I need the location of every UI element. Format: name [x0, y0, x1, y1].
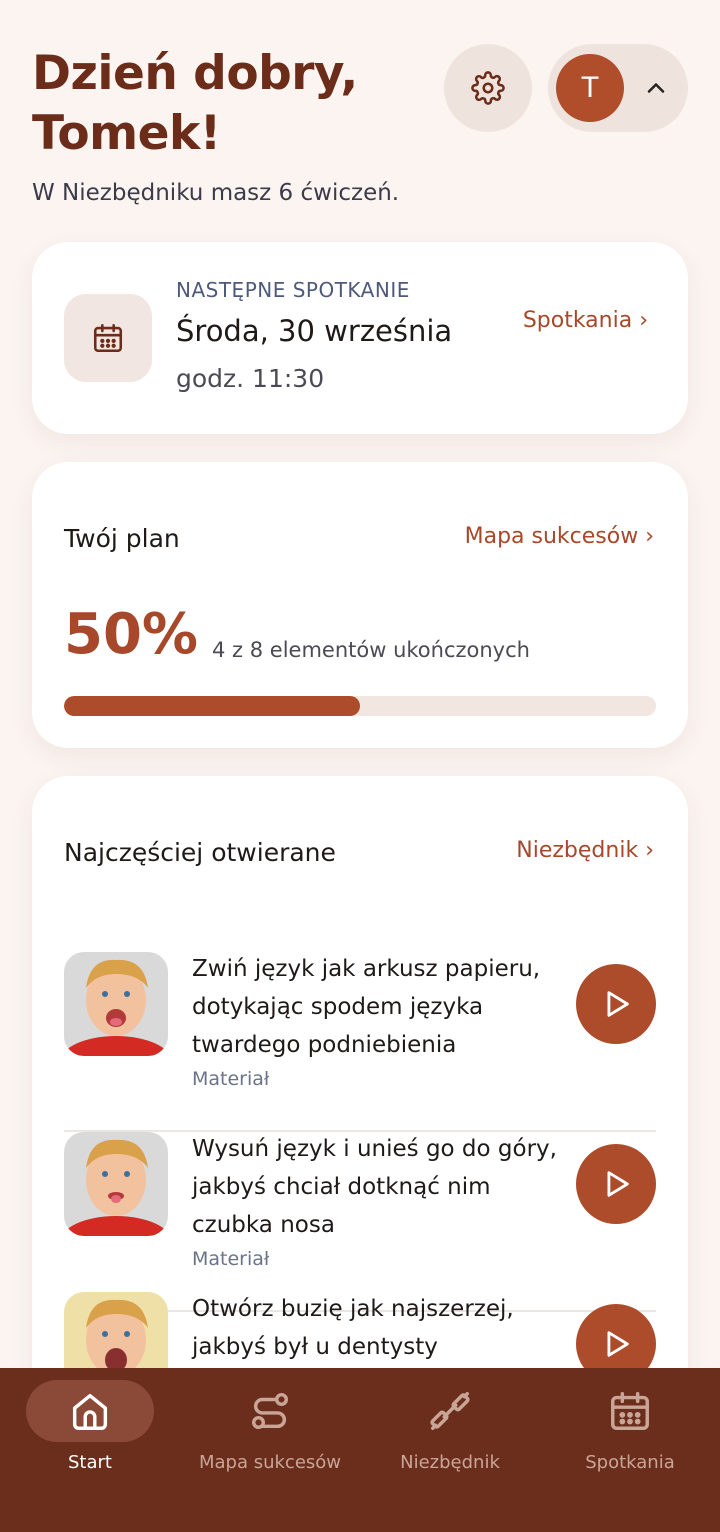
greeting-title: Dzień dobry, Tomek! [32, 46, 358, 161]
gear-icon [471, 71, 505, 105]
exercise-item[interactable]: Wysuń język i unieś go do góry, jakbyś c… [64, 1132, 656, 1312]
next-meeting-date: Środa, 30 września [176, 314, 453, 348]
exercise-title: Zwiń język jak arkusz papieru, dotykając… [192, 956, 541, 1058]
greeting-subtitle: W Niezbędniku masz 6 ćwiczeń. [32, 180, 400, 206]
nav-item-meetings[interactable]: Spotkania [540, 1368, 720, 1532]
exercise-thumbnail [64, 952, 168, 1056]
home-icon [72, 1393, 108, 1430]
nav-item-start[interactable]: Start [0, 1368, 180, 1532]
avatar: T [556, 54, 624, 122]
plan-percent: 50% [64, 602, 199, 667]
nav-item-toolkit[interactable]: Niezbędnik [360, 1368, 540, 1532]
plan-progress-fill [64, 696, 360, 716]
plan-progress-bar [64, 696, 656, 716]
nav-label: Start [68, 1452, 112, 1473]
meetings-link[interactable]: Spotkania › [523, 308, 648, 333]
next-meeting-time: godz. 11:30 [176, 364, 325, 393]
play-icon [607, 1171, 629, 1197]
success-map-link[interactable]: Mapa sukcesów › [465, 524, 654, 549]
calendar-icon [93, 323, 123, 353]
chevron-up-icon [642, 74, 670, 102]
plan-title: Twój plan [64, 524, 180, 553]
route-icon [251, 1392, 289, 1430]
nav-label: Niezbędnik [400, 1452, 500, 1473]
profile-menu-button[interactable]: T [548, 44, 688, 132]
nav-label: Spotkania [585, 1452, 675, 1473]
play-icon [607, 991, 629, 1017]
nav-label: Mapa sukcesów [198, 1452, 342, 1473]
exercise-item[interactable]: Zwiń język jak arkusz papieru, dotykając… [64, 952, 656, 1132]
exercise-title: Wysuń język i unieś go do góry, jakbyś c… [192, 1136, 557, 1238]
exercise-thumbnail [64, 1132, 168, 1236]
bottom-navigation: Start Mapa sukcesów Niezbędnik Spotkania [0, 1368, 720, 1532]
meeting-calendar-badge [64, 294, 152, 382]
settings-button[interactable] [444, 44, 532, 132]
next-meeting-card: NASTĘPNE SPOTKANIE Środa, 30 września go… [32, 242, 688, 434]
next-meeting-label: NASTĘPNE SPOTKANIE [176, 278, 410, 302]
plan-progress-description: 4 z 8 elementów ukończonych [212, 638, 530, 662]
dumbbell-icon [430, 1392, 470, 1430]
exercise-title: Otwórz buzię jak najszerzej, jakbyś był … [192, 1296, 514, 1360]
nav-item-success-map[interactable]: Mapa sukcesów [180, 1368, 360, 1532]
frequently-opened-title: Najczęściej otwierane [64, 838, 336, 867]
calendar-icon [611, 1392, 649, 1430]
play-button[interactable] [576, 964, 656, 1044]
exercise-type: Materiał [192, 1068, 270, 1090]
toolkit-link[interactable]: Niezbędnik › [516, 838, 654, 863]
exercise-type: Materiał [192, 1248, 270, 1270]
play-icon [607, 1331, 629, 1357]
play-button[interactable] [576, 1144, 656, 1224]
plan-card: Twój plan Mapa sukcesów › 50% 4 z 8 elem… [32, 462, 688, 748]
header: Dzień dobry, Tomek! W Niezbędniku masz 6… [32, 44, 688, 224]
